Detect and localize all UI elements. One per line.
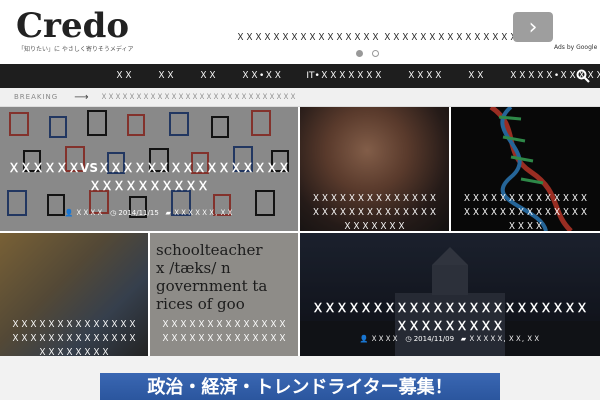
nav-item[interactable]: ＸＸ <box>187 64 229 88</box>
post-date: 2014/11/09 <box>413 335 455 343</box>
breaking-headline[interactable]: ＸＸＸＸＸＸＸＸＸＸＸＸＸＸＸＸＸＸＸＸＸＸＸＸＸＸＸＸ <box>101 92 297 102</box>
ad-next-button[interactable]: › <box>513 12 553 42</box>
post-author[interactable]: ＸＸＸＸ <box>371 335 399 343</box>
post-card[interactable]: ＸＸＸＸＸＸＸＸＸＸＸＸＸＸＸＸＸＸＸＸＸＸＸＸＸＸＸＸＸＸＸＸＸＸＸＸ <box>0 233 148 356</box>
post-meta: 👤 ＸＸＸＸ ◷ 2014/11/15 ▰ ＸＸＸＸＸＸ, ＸＸ <box>0 208 298 218</box>
main-nav: ＸＸ ＸＸ ＸＸ ＸＸ•ＸＸ IT•ＸＸＸＸＸＸＸ ＸＸＸＸ ＸＸ ＸＸＸＸＸ•… <box>0 64 600 88</box>
arrow-right-icon: ⟶ <box>74 91 89 103</box>
nav-item[interactable]: ＸＸ•ＸＸ <box>229 64 294 88</box>
ads-by-google-label[interactable]: Ads by Google <box>554 44 597 51</box>
post-author[interactable]: ＸＸＸＸ <box>75 209 103 217</box>
site-header: Credo 「知りたい」に やさしく寄りそうメディア ＸＸＸＸＸＸＸＸＸＸＸＸＸ… <box>0 0 600 64</box>
user-icon: 👤 <box>64 209 74 217</box>
ad-banner[interactable]: ＸＸＸＸＸＸＸＸＸＸＸＸＸＸＸＸ ＸＸＸＸＸＸＸＸＸＸＸＸＸＸＸＸＸＸ › Ad… <box>230 8 600 58</box>
ad-dot[interactable] <box>372 50 380 57</box>
featured-post[interactable]: ＸＸＸＸＸＸVSＸＸＸＸＸＸＸＸＸＸＸＸＸＸＸＸＸＸＸＸＸＸＸＸＸＸ 👤 ＸＸＸ… <box>0 107 298 231</box>
featured-grid: ＸＸＸＸＸＸVSＸＸＸＸＸＸＸＸＸＸＸＸＸＸＸＸＸＸＸＸＸＸＸＸＸＸ 👤 ＸＸＸ… <box>0 107 600 356</box>
folder-icon: ▰ <box>165 209 171 217</box>
ad-text[interactable]: ＸＸＸＸＸＸＸＸＸＸＸＸＸＸＸＸ ＸＸＸＸＸＸＸＸＸＸＸＸＸＸＸＸＸＸ <box>236 30 545 43</box>
breaking-label: BREAKING <box>14 93 59 101</box>
folder-icon: ▰ <box>460 335 467 343</box>
ad-dot-active[interactable] <box>356 50 363 57</box>
clock-icon: ◷ <box>110 209 117 217</box>
post-title[interactable]: ＸＸＸＸＸＸＸＸＸＸＸＸＸＸＸＸＸＸＸＸＸＸＸＸＸＸＸＸＸＸＸＸＸＸＸＸ <box>8 318 140 356</box>
nav-item[interactable]: ＸＸ <box>103 64 145 88</box>
post-title[interactable]: ＸＸＸＸＸＸＸＸＸＸＸＸＸＸＸＸＸＸＸＸＸＸＸＸＸＸＸＸＸＸＸＸ <box>308 299 592 335</box>
post-date: 2014/11/15 <box>118 209 159 217</box>
nav-item[interactable]: ＸＸ <box>455 64 497 88</box>
post-meta: 👤 ＸＸＸＸ ◷ 2014/11/09 ▰ ＸＸＸＸＸ, ＸＸ, ＸＸ <box>300 334 600 344</box>
post-category[interactable]: ＸＸＸＸＸＸ, ＸＸ <box>173 209 233 217</box>
search-icon[interactable] <box>576 69 590 83</box>
featured-post[interactable]: ＸＸＸＸＸＸＸＸＸＸＸＸＸＸＸＸＸＸＸＸＸＸＸＸＸＸＸＸＸＸＸＸ 👤 ＸＸＸＸ … <box>300 233 600 356</box>
clock-icon: ◷ <box>405 335 412 343</box>
ad-pagination <box>356 42 383 61</box>
breaking-news-bar: BREAKING ⟶ ＸＸＸＸＸＸＸＸＸＸＸＸＸＸＸＸＸＸＸＸＸＸＸＸＸＸＸＸ <box>0 88 600 107</box>
nav-item[interactable]: ＸＸＸＸ <box>395 64 455 88</box>
site-logo[interactable]: Credo <box>16 6 129 46</box>
post-card[interactable]: ＸＸＸＸＸＸＸＸＸＸＸＸＸＸＸＸＸＸＸＸＸＸＸＸＸＸＸＸＸＸＸＸ <box>451 107 600 231</box>
writer-recruit-banner[interactable]: 政治・経済・トレンドライター募集！ <box>100 373 500 400</box>
nav-item[interactable]: IT•ＸＸＸＸＸＸＸ <box>294 64 394 88</box>
post-title[interactable]: ＸＸＸＸＸＸＸＸＸＸＸＸＸＸＸＸＸＸＸＸＸＸＸＸＸＸＸＸＸＸＸＸ <box>459 192 592 231</box>
chevron-right-icon: › <box>528 14 538 40</box>
post-card[interactable]: schoolteacher x /tæks/ n government ta r… <box>150 233 298 356</box>
user-icon: 👤 <box>359 335 369 343</box>
nav-item[interactable]: ＸＸ <box>145 64 187 88</box>
post-title[interactable]: ＸＸＸＸＸＸVSＸＸＸＸＸＸＸＸＸＸＸＸＸＸＸＸＸＸＸＸＸＸＸＸＸＸ <box>8 159 290 195</box>
post-card[interactable]: ＸＸＸＸＸＸＸＸＸＸＸＸＸＸＸＸＸＸＸＸＸＸＸＸＸＸＸＸＸＸＸＸＸＸＸ <box>300 107 449 231</box>
post-category[interactable]: ＸＸＸＸＸ, ＸＸ, ＸＸ <box>468 335 540 343</box>
post-title[interactable]: ＸＸＸＸＸＸＸＸＸＸＸＸＸＸＸＸＸＸＸＸＸＸＸＸＸＸＸＸ <box>158 318 290 346</box>
site-tagline: 「知りたい」に やさしく寄りそうメディア <box>18 46 134 53</box>
post-title[interactable]: ＸＸＸＸＸＸＸＸＸＸＸＸＸＸＸＸＸＸＸＸＸＸＸＸＸＸＸＸＸＸＸＸＸＸＸ <box>308 192 441 231</box>
